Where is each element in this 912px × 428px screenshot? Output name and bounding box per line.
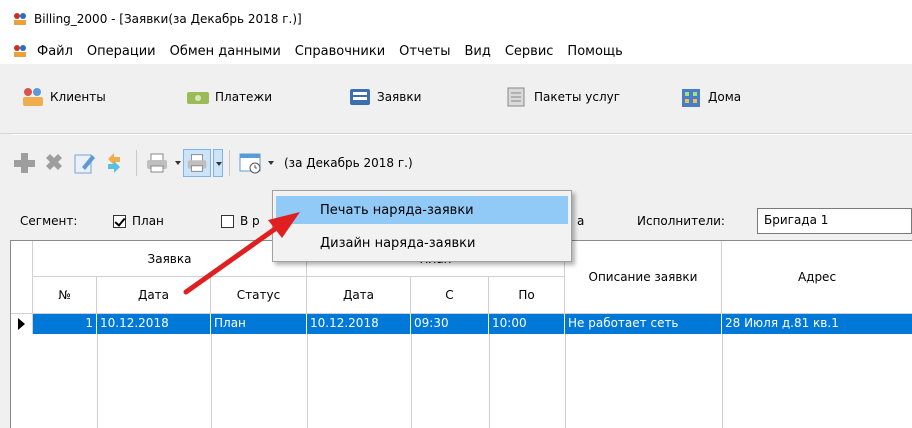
print-form-dropdown-menu: Печать наряда-заявки Дизайн наряда-заявк… — [272, 190, 572, 262]
cell-description[interactable]: Не работает сеть — [565, 314, 722, 334]
period-dropdown-arrow[interactable] — [266, 149, 276, 177]
executors-input[interactable]: Бригада 1 — [757, 208, 912, 234]
add-button[interactable] — [10, 149, 38, 177]
menu-service[interactable]: Сервис — [498, 44, 561, 59]
service-packages-icon — [504, 86, 530, 108]
menu-view[interactable]: Вид — [457, 44, 497, 59]
column-divider — [211, 334, 212, 428]
service-packages-button[interactable]: Пакеты услуг — [504, 86, 620, 108]
column-divider — [307, 334, 308, 428]
column-header-plan-date[interactable]: Дата — [307, 277, 411, 314]
executors-label: Исполнители: — [637, 214, 725, 228]
requests-button[interactable]: Заявки — [347, 86, 421, 108]
print-dropdown-arrow[interactable] — [173, 149, 183, 177]
menu-reports[interactable]: Отчеты — [392, 44, 457, 59]
column-divider — [97, 334, 98, 428]
payments-button[interactable]: Платежи — [185, 86, 272, 108]
edit-button[interactable] — [70, 149, 98, 177]
in-progress-checkbox-label: В р — [240, 214, 260, 228]
column-header-status[interactable]: Статус — [211, 277, 307, 314]
column-header-number[interactable]: № — [33, 277, 97, 314]
main-navigation-bar: Клиенты Платежи Заявки Пакеты услуг Дома — [0, 64, 912, 134]
cell-to[interactable]: 10:00 — [489, 314, 565, 334]
clients-label: Клиенты — [50, 90, 106, 104]
column-divider — [411, 334, 412, 428]
print-form-button[interactable] — [183, 149, 211, 177]
requests-label: Заявки — [377, 90, 422, 104]
menu-bar: Файл Операции Обмен данными Справочники … — [0, 38, 912, 64]
cell-status[interactable]: План — [211, 314, 307, 334]
houses-button[interactable]: Дома — [678, 86, 741, 108]
column-divider — [722, 334, 723, 428]
requests-table: Заявка План Описание заявки Адрес № Дата… — [10, 240, 912, 428]
clients-button[interactable]: Клиенты — [20, 86, 106, 108]
menu-file[interactable]: Файл — [30, 44, 80, 59]
requests-icon — [347, 86, 373, 108]
cell-plan-date[interactable]: 10.12.2018 — [307, 314, 411, 334]
in-progress-checkbox[interactable] — [221, 215, 234, 228]
group-header-request: Заявка — [33, 241, 307, 277]
menu-operations[interactable]: Операции — [80, 44, 163, 59]
column-header-to[interactable]: По — [489, 277, 565, 314]
app-menu-icon[interactable] — [12, 43, 28, 59]
houses-icon — [678, 86, 704, 108]
title-bar: Billing_2000 - [Заявки(за Декабрь 2018 г… — [0, 0, 912, 38]
current-row-indicator — [11, 314, 33, 334]
refresh-button[interactable] — [100, 149, 128, 177]
menu-references[interactable]: Справочники — [288, 44, 392, 59]
menu-item-print-request-order[interactable]: Печать наряда-заявки — [276, 196, 568, 224]
column-header-from[interactable]: С — [411, 277, 489, 314]
column-divider — [489, 334, 490, 428]
segment-label: Сегмент: — [20, 214, 78, 228]
menu-data-exchange[interactable]: Обмен данными — [163, 44, 288, 59]
payments-label: Платежи — [215, 90, 273, 104]
action-toolbar: (за Декабрь 2018 г.) — [10, 145, 912, 181]
print-button[interactable] — [143, 149, 171, 177]
row-indicator-header — [11, 241, 33, 314]
clients-icon — [20, 86, 46, 108]
window-title: Billing_2000 - [Заявки(за Декабрь 2018 г… — [34, 12, 302, 26]
delete-button[interactable] — [40, 149, 68, 177]
column-header-description[interactable]: Описание заявки — [565, 241, 722, 314]
menu-item-design-request-order[interactable]: Дизайн наряда-заявки — [276, 229, 568, 257]
app-icon — [12, 11, 28, 27]
period-label: (за Декабрь 2018 г.) — [284, 156, 413, 170]
column-header-request-date[interactable]: Дата — [97, 277, 211, 314]
service-packages-label: Пакеты услуг — [534, 90, 621, 104]
cell-number[interactable]: 1 — [33, 314, 97, 334]
column-header-address[interactable]: Адрес — [722, 241, 912, 314]
toolbar-separator — [136, 150, 137, 176]
toolbar-separator — [229, 150, 230, 176]
plan-checkbox[interactable] — [113, 215, 126, 228]
menu-help[interactable]: Помощь — [560, 44, 629, 59]
column-divider — [565, 334, 566, 428]
houses-label: Дома — [708, 90, 742, 104]
calendar-period-button[interactable] — [236, 149, 264, 177]
print-form-dropdown-arrow[interactable] — [213, 149, 223, 177]
cell-address[interactable]: 28 Июля д.81 кв.1 — [722, 314, 912, 334]
plan-checkbox-label: План — [132, 214, 164, 228]
cell-request-date[interactable]: 10.12.2018 — [97, 314, 211, 334]
payments-icon — [185, 86, 211, 108]
divider — [12, 134, 912, 135]
cell-from[interactable]: 09:30 — [411, 314, 489, 334]
partial-checkbox-label: а — [577, 214, 585, 228]
